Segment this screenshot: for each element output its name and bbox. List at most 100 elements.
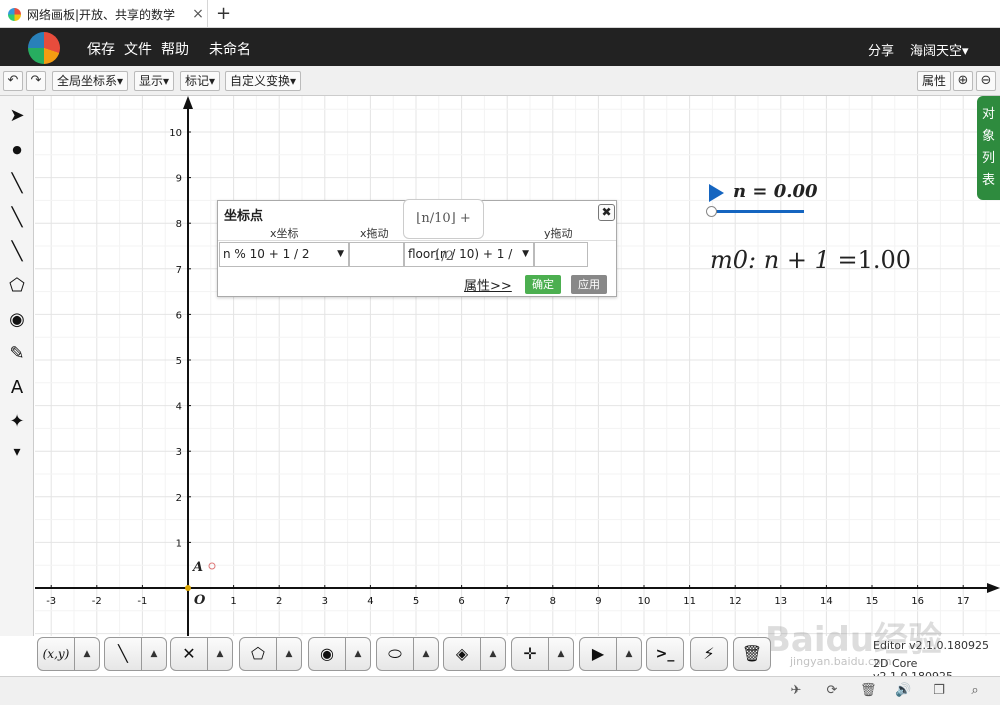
x-tick-label: 8 — [550, 596, 556, 607]
segment-tool-button[interactable]: ╲ — [104, 637, 142, 671]
zoom-out-icon[interactable]: ⊖ — [976, 71, 996, 91]
redo-icon[interactable]: ↷ — [26, 71, 46, 91]
wand-tool-button[interactable]: ⚡ — [690, 637, 728, 671]
measure-value: =1.00 — [829, 246, 912, 274]
slider-knob[interactable] — [706, 206, 717, 217]
window-icon[interactable]: ❐ — [931, 683, 947, 699]
pin-icon[interactable]: ✈ — [788, 683, 804, 699]
y-expression-field[interactable]: floor(n / 10) + 1 / ▼ — [404, 242, 534, 267]
x-expression-field[interactable]: n % 10 + 1 / 2 ▼ — [219, 242, 349, 267]
apply-button[interactable]: 应用 — [571, 275, 607, 294]
dialog-close-button[interactable]: ✖ — [598, 204, 615, 221]
properties-link[interactable]: 属性>> — [464, 275, 512, 294]
x-tick-label: -3 — [46, 596, 56, 607]
menu-save[interactable]: 保存 — [87, 39, 115, 59]
x-tick-label: 16 — [911, 596, 924, 607]
tab-close-icon[interactable]: × — [189, 6, 207, 22]
share-button[interactable]: 分享 — [868, 40, 894, 59]
ray-icon[interactable]: ╲ — [5, 240, 29, 264]
coordinate-tool-button[interactable]: (x,y) — [37, 637, 75, 671]
transform-tool-dropdown-arrow[interactable]: ▲ — [480, 637, 506, 671]
baidu-watermark: Baidu经验 — [765, 620, 943, 660]
user-menu[interactable]: 海阔天空▾ — [910, 40, 969, 59]
conic-tool-button[interactable]: ⬭ — [376, 637, 414, 671]
new-tab-button[interactable]: + — [216, 3, 231, 24]
segment-icon[interactable]: ╲ — [5, 172, 29, 196]
measurement-m0[interactable]: m0: n + 1 =1.00 — [710, 246, 911, 274]
x-tick-label: 1 — [230, 596, 236, 607]
coordinate-tool-dropdown-arrow[interactable]: ▲ — [74, 637, 100, 671]
command-tool-button[interactable]: >_ — [646, 637, 684, 671]
menu-help[interactable]: 帮助 — [161, 39, 189, 59]
menu-file[interactable]: 文件 — [124, 39, 152, 59]
y-dropdown-arrow-icon[interactable]: ▼ — [522, 243, 529, 266]
coord-system-dropdown[interactable]: 全局坐标系▾ — [52, 71, 129, 91]
tab-title: 网络画板|开放、共享的数学 — [27, 7, 176, 22]
slider-n-label[interactable]: n = 0.00 — [733, 181, 818, 202]
measure-prefix: m0: — [710, 246, 764, 274]
point-icon[interactable]: ● — [5, 138, 29, 162]
status-bar: ✈ ⟳ 🗑 🔊 ❐ ⌕ — [0, 676, 1000, 705]
dialog-divider — [218, 240, 616, 241]
trash-icon[interactable]: 🗑 — [860, 683, 877, 699]
zoom-in-icon[interactable]: ⊕ — [953, 71, 973, 91]
document-title[interactable]: 未命名 — [209, 39, 251, 59]
x-tick-label: 9 — [595, 596, 601, 607]
more-down-icon[interactable]: ▾ — [5, 440, 29, 464]
line-icon[interactable]: ╲ — [5, 206, 29, 230]
play-tool-dropdown-arrow[interactable]: ▲ — [616, 637, 642, 671]
circle-tool-dropdown-arrow[interactable]: ▲ — [345, 637, 371, 671]
circle-tool-button[interactable]: ◉ — [308, 637, 346, 671]
y-tick-label: 5 — [176, 356, 182, 367]
properties-button[interactable]: 属性 — [917, 71, 952, 91]
trash-tool-button[interactable]: 🗑 — [733, 637, 771, 671]
measure-expression: n + 1 — [763, 246, 830, 274]
polygon-tool-dropdown-arrow[interactable]: ▲ — [276, 637, 302, 671]
play-tool-button[interactable]: ▶ — [579, 637, 617, 671]
app-logo-icon[interactable] — [28, 32, 60, 64]
refresh-icon[interactable]: ⟳ — [824, 683, 840, 699]
top-toolbar: ↶ ↷ 全局坐标系▾ 显示▾ 标记▾ 自定义变换▾ 属性 ⊕ ⊖ — [0, 66, 1000, 96]
polygon-tool-button[interactable]: ⬠ — [239, 637, 277, 671]
drawing-canvas[interactable]: -3 -2 -1 1 2 3 4 5 6 7 8 9 10 11 12 13 14 15 16 17 1 2 3 4 5 6 7 8 9… — [35, 96, 1000, 636]
magic-wand-icon[interactable]: ✦ — [5, 410, 29, 434]
custom-transform-dropdown[interactable]: 自定义变换▾ — [225, 71, 302, 91]
circle-icon[interactable]: ◉ — [5, 308, 29, 332]
sound-icon[interactable]: 🔊 — [895, 683, 911, 699]
y-drag-field[interactable] — [534, 242, 588, 267]
slider-play-icon[interactable] — [709, 184, 724, 202]
x-tick-label: 7 — [504, 596, 510, 607]
y-tick-label: 1 — [176, 538, 182, 549]
axis-tool-dropdown-arrow[interactable]: ▲ — [548, 637, 574, 671]
point-a-label[interactable]: A — [193, 560, 203, 575]
select-arrow-icon[interactable]: ➤ — [5, 104, 29, 128]
polygon-icon[interactable]: ⬠ — [5, 274, 29, 298]
intersection-tool-dropdown-arrow[interactable]: ▲ — [207, 637, 233, 671]
slider-track[interactable] — [712, 210, 804, 213]
intersection-tool-button[interactable]: ✕ — [170, 637, 208, 671]
y-expression-value: floor(n / 10) + 1 / — [408, 247, 513, 261]
ok-button[interactable]: 确定 — [525, 275, 561, 294]
x-dropdown-arrow-icon[interactable]: ▼ — [337, 243, 344, 266]
browser-tab[interactable]: 网络画板|开放、共享的数学 × — [0, 0, 208, 28]
segment-tool-dropdown-arrow[interactable]: ▲ — [141, 637, 167, 671]
search-icon[interactable]: ⌕ — [967, 683, 983, 699]
object-list-tab[interactable]: 对象列表 — [977, 96, 1000, 200]
text-icon[interactable]: A — [5, 376, 29, 400]
mark-dropdown[interactable]: 标记▾ — [180, 71, 221, 91]
x-tick-label: 11 — [683, 596, 696, 607]
pen-icon[interactable]: ✎ — [5, 342, 29, 366]
x-tick-label: 17 — [957, 596, 970, 607]
y-tick-label: 7 — [176, 265, 182, 276]
x-axis-arrow — [987, 583, 1000, 593]
x-tick-label: 6 — [458, 596, 464, 607]
axis-tool-button[interactable]: ✛ — [511, 637, 549, 671]
x-drag-field[interactable] — [349, 242, 404, 267]
x-drag-header: x拖动 — [360, 227, 389, 240]
y-tick-label: 9 — [176, 174, 182, 185]
left-toolbox: ➤ ● ╲ ╲ ╲ ⬠ ◉ ✎ A ✦ ▾ — [0, 96, 34, 636]
undo-icon[interactable]: ↶ — [3, 71, 23, 91]
conic-tool-dropdown-arrow[interactable]: ▲ — [413, 637, 439, 671]
transform-tool-button[interactable]: ◈ — [443, 637, 481, 671]
display-dropdown[interactable]: 显示▾ — [134, 71, 175, 91]
